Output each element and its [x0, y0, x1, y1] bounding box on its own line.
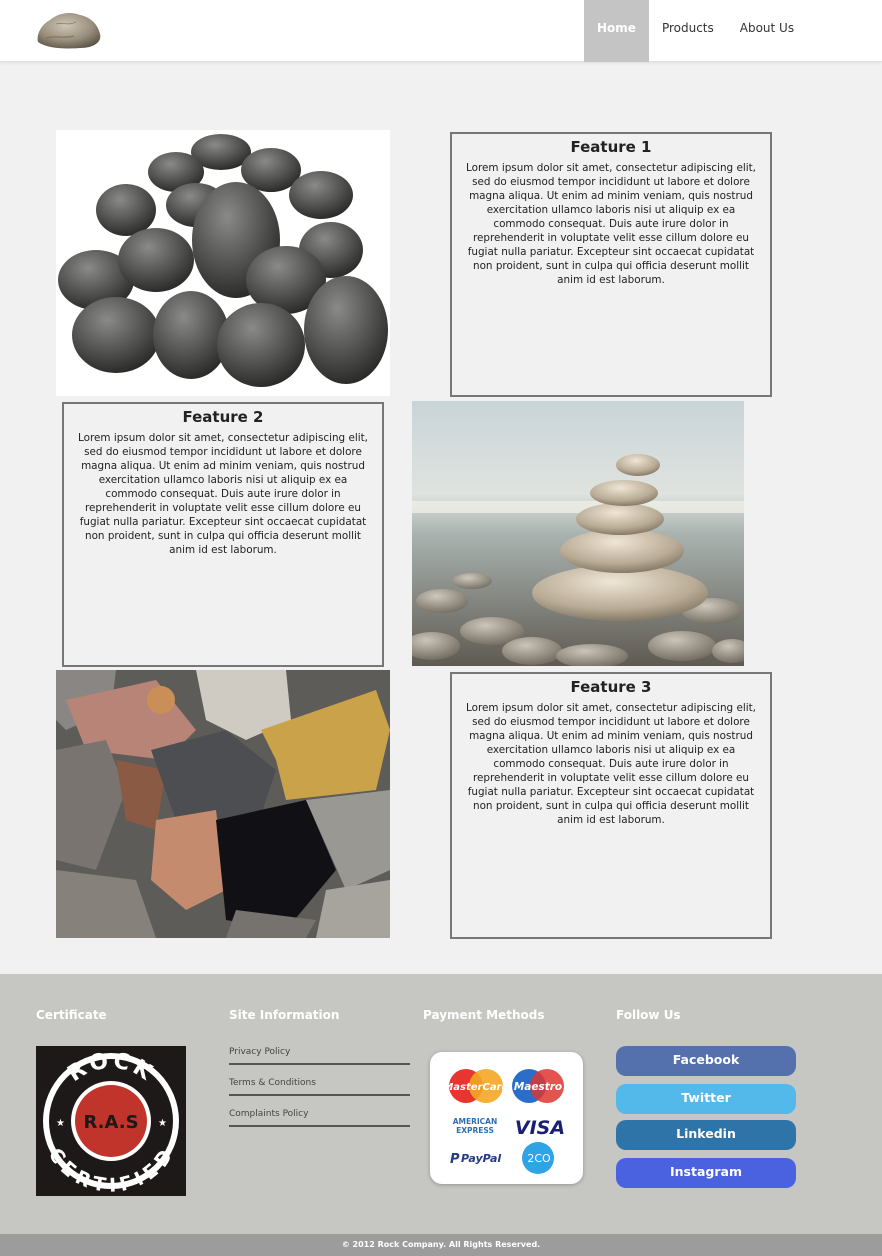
site-info-heading: Site Information — [229, 1008, 340, 1022]
svg-text:Maestro: Maestro — [514, 1081, 562, 1093]
feature-2-card: Feature 2 Lorem ipsum dolor sit amet, co… — [62, 402, 384, 667]
complaints-policy-link[interactable]: Complaints Policy — [229, 1106, 410, 1127]
terms-conditions-link[interactable]: Terms & Conditions — [229, 1075, 410, 1096]
site-footer: Certificate Site Information Payment Met… — [0, 974, 882, 1234]
stacked-stones-image — [412, 401, 744, 666]
visa-icon: VISA — [515, 1117, 565, 1139]
badge-star-left-icon: ★ — [56, 1118, 65, 1129]
maestro-icon: Maestro — [512, 1069, 564, 1103]
payment-methods-card: MasterCard Maestro AMERICAN EXPRESS VISA… — [430, 1052, 583, 1184]
badge-center-text: R.A.S — [83, 1112, 138, 1133]
feature-2-title: Feature 2 — [182, 408, 264, 426]
feature-1-title: Feature 1 — [570, 138, 652, 156]
site-info-links: Privacy Policy Terms & Conditions Compla… — [229, 1044, 410, 1137]
svg-text:PayPal: PayPal — [461, 1152, 501, 1165]
payment-methods-heading: Payment Methods — [423, 1008, 545, 1022]
nav-about-us[interactable]: About Us — [727, 0, 807, 62]
site-header: Home Products About Us — [0, 0, 882, 62]
svg-text:EXPRESS: EXPRESS — [456, 1126, 494, 1135]
svg-text:AMERICAN: AMERICAN — [453, 1117, 498, 1126]
american-express-icon: AMERICAN EXPRESS — [448, 1115, 502, 1135]
nav-products[interactable]: Products — [649, 0, 727, 62]
feature-3-text: Lorem ipsum dolor sit amet, consectetur … — [466, 702, 756, 826]
main-nav: Home Products About Us — [584, 0, 807, 62]
facebook-button[interactable]: Facebook — [616, 1046, 796, 1076]
feature-1-card: Feature 1 Lorem ipsum dolor sit amet, co… — [450, 132, 772, 397]
feature-1-text: Lorem ipsum dolor sit amet, consectetur … — [466, 162, 756, 286]
svg-text:P: P — [450, 1152, 460, 1167]
colorful-rocks-image — [56, 670, 390, 938]
instagram-button[interactable]: Instagram — [616, 1158, 796, 1188]
feature-3-title: Feature 3 — [570, 678, 652, 696]
feature-3-card: Feature 3 Lorem ipsum dolor sit amet, co… — [450, 672, 772, 939]
feature-2-text: Lorem ipsum dolor sit amet, consectetur … — [78, 432, 368, 556]
svg-text:MasterCard: MasterCard — [443, 1082, 509, 1093]
badge-star-right-icon: ★ — [158, 1118, 167, 1129]
follow-us-heading: Follow Us — [616, 1008, 681, 1022]
certificate-heading: Certificate — [36, 1008, 107, 1022]
rock-certified-badge: ROCK CERTIFIED R.A.S ★ ★ — [36, 1046, 186, 1197]
2checkout-icon: 2CO — [522, 1142, 554, 1174]
paypal-icon: P PayPal — [450, 1152, 501, 1167]
twitter-button[interactable]: Twitter — [616, 1084, 796, 1114]
linkedin-button[interactable]: Linkedin — [616, 1120, 796, 1150]
nav-home[interactable]: Home — [584, 0, 649, 62]
dark-pebbles-image — [56, 130, 390, 396]
mastercard-icon: MasterCard — [443, 1069, 510, 1103]
privacy-policy-link[interactable]: Privacy Policy — [229, 1044, 410, 1065]
rock-logo-icon[interactable] — [34, 8, 104, 50]
svg-text:2CO: 2CO — [527, 1152, 551, 1165]
copyright-text: © 2012 Rock Company. All Rights Reserved… — [0, 1234, 882, 1256]
